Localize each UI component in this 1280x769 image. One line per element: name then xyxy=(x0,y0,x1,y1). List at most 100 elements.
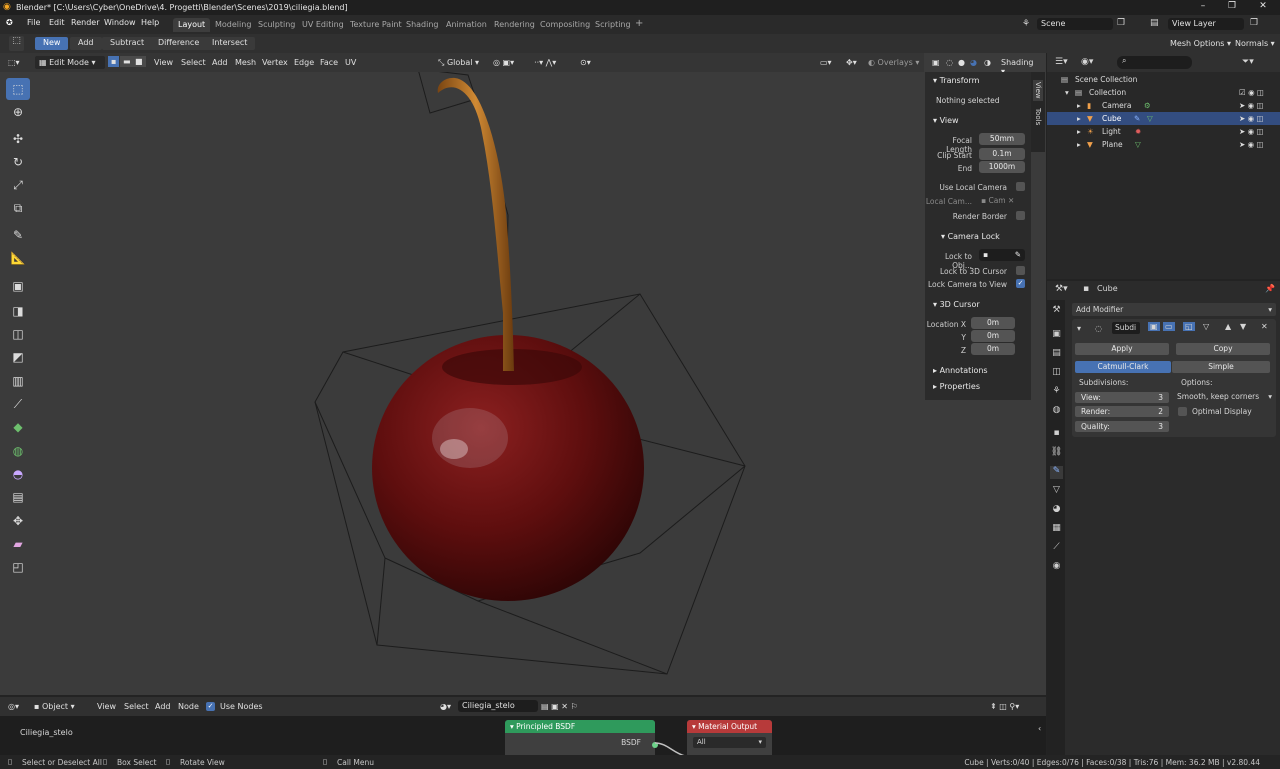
simple-button[interactable]: Simple xyxy=(1172,361,1270,373)
catmull-clark-button[interactable]: Catmull-Clark xyxy=(1075,361,1171,373)
loop-cut-tool-icon[interactable]: ▥ xyxy=(6,370,30,392)
plane-visibility-icons[interactable]: ➤ ◉ ◫ xyxy=(1239,140,1264,149)
gizmo-icon[interactable]: ✥▾ xyxy=(846,58,857,67)
output-target-dropdown[interactable]: All ▾ xyxy=(693,737,766,748)
view-levels-field[interactable]: View: 3 xyxy=(1075,392,1169,403)
outliner-search[interactable]: ⌕ xyxy=(1117,56,1192,69)
modifier-props-icon[interactable]: ✎ xyxy=(1050,466,1063,479)
new-scene-icon[interactable]: ❐ xyxy=(1117,18,1125,28)
add-mode-button[interactable]: Add xyxy=(70,37,102,50)
material-shading-icon[interactable]: ◕ xyxy=(970,58,977,67)
tab-uv-editing[interactable]: UV Editing xyxy=(297,18,349,32)
collection-row[interactable]: ▾ ▤ Collection ☑ ◉ ◫ xyxy=(1047,86,1280,99)
xray-icon[interactable]: ▣ xyxy=(932,58,940,67)
move-down-icon[interactable]: ▼ xyxy=(1240,322,1246,331)
tab-compositing[interactable]: Compositing xyxy=(535,18,595,32)
expand-icon[interactable]: ▸ xyxy=(1077,114,1081,123)
focal-length-field[interactable]: 50mm xyxy=(979,133,1025,145)
tab-view[interactable]: View xyxy=(1033,80,1043,101)
intersect-mode-button[interactable]: Intersect xyxy=(204,37,256,50)
tab-scripting[interactable]: Scripting xyxy=(590,18,636,32)
use-nodes-checkbox[interactable]: ✓ xyxy=(206,702,215,711)
difference-mode-button[interactable]: Difference xyxy=(150,37,208,50)
principled-bsdf-header[interactable]: ▾ Principled BSDF xyxy=(505,720,655,733)
menu-add[interactable]: Add xyxy=(212,58,228,67)
solid-shading-icon[interactable]: ● xyxy=(958,58,965,67)
transform-tool-icon[interactable]: ⧉ xyxy=(6,197,30,219)
local-camera-field[interactable]: ▪ Cam ✕ xyxy=(981,196,1014,205)
world-props-icon[interactable]: ◍ xyxy=(1050,405,1063,418)
menu-uv[interactable]: UV xyxy=(345,58,356,67)
add-workspace-button[interactable]: + xyxy=(630,16,648,30)
outliner-item-camera[interactable]: ▸ ▮ Camera ⚙ ➤ ◉ ◫ xyxy=(1047,99,1280,112)
location-z-field[interactable]: 0m xyxy=(971,343,1015,355)
menu-vertex[interactable]: Vertex xyxy=(262,58,288,67)
editor-type-icon[interactable]: ⬚▾ xyxy=(8,58,20,67)
apply-button[interactable]: Apply xyxy=(1075,343,1169,355)
clip-start-field[interactable]: 0.1m xyxy=(979,148,1025,160)
texture-props-icon[interactable]: ▦ xyxy=(1050,523,1063,536)
node-header-right-icons[interactable]: ⇞ ◫ ⚲▾ xyxy=(990,702,1019,711)
menu-help[interactable]: Help xyxy=(141,18,159,27)
menu-render[interactable]: Render xyxy=(71,18,99,27)
node-menu-add[interactable]: Add xyxy=(155,702,171,711)
rotate-tool-icon[interactable]: ↻ xyxy=(6,151,30,173)
extrude-tool-icon[interactable]: ◨ xyxy=(6,300,30,322)
node-menu-view[interactable]: View xyxy=(97,702,116,711)
node-menu-node[interactable]: Node xyxy=(178,702,199,711)
select-tool-icon[interactable]: ⬚ xyxy=(9,36,24,51)
properties-panel-header[interactable]: ▸ Properties xyxy=(933,382,980,391)
principled-bsdf-node[interactable]: ▾ Principled BSDF BSDF xyxy=(505,720,658,755)
shear-tool-icon[interactable]: ▰ xyxy=(6,533,30,555)
filter-icon[interactable]: ⏷▾ xyxy=(1242,57,1254,67)
annotate-tool-icon[interactable]: ✎ xyxy=(6,224,30,246)
tab-tools[interactable]: Tools xyxy=(1033,106,1043,127)
expand-icon[interactable]: ▸ xyxy=(1077,140,1081,149)
tab-shading[interactable]: Shading xyxy=(401,18,444,32)
menu-edge[interactable]: Edge xyxy=(294,58,314,67)
tab-modeling[interactable]: Modeling xyxy=(210,18,256,32)
node-editor-type-icon[interactable]: ◎▾ xyxy=(8,702,19,711)
location-x-field[interactable]: 0m xyxy=(971,317,1015,329)
new-mode-button[interactable]: New xyxy=(35,37,69,50)
subtract-mode-button[interactable]: Subtract xyxy=(102,37,153,50)
transform-panel-header[interactable]: ▾ Transform xyxy=(933,76,979,85)
modifier-collapse-icon[interactable]: ▾ xyxy=(1077,324,1081,333)
light-visibility-icons[interactable]: ➤ ◉ ◫ xyxy=(1239,127,1264,136)
rendered-shading-icon[interactable]: ◑ xyxy=(984,58,991,67)
scene-collection-row[interactable]: ▤ Scene Collection xyxy=(1047,73,1280,86)
expand-icon[interactable]: ▸ xyxy=(1077,127,1081,136)
shrink-fatten-tool-icon[interactable]: ✥ xyxy=(6,510,30,532)
location-y-field[interactable]: 0m xyxy=(971,330,1015,342)
tool-props-icon[interactable]: ⚒ xyxy=(1050,305,1063,318)
view-panel-header[interactable]: ▾ View xyxy=(933,116,959,125)
vertex-select-icon[interactable]: ▪ xyxy=(108,56,120,67)
spin-tool-icon[interactable]: ◍ xyxy=(6,440,30,462)
clip-end-field[interactable]: 1000m xyxy=(979,161,1025,173)
output-props-icon[interactable]: ▤ xyxy=(1050,348,1063,361)
material-output-node[interactable]: ▾ Material Output All ▾ xyxy=(687,720,772,755)
smooth-tool-icon[interactable]: ◓ xyxy=(6,463,30,485)
outliner-item-light[interactable]: ▸ ☀ Light ✹ ➤ ◉ ◫ xyxy=(1047,125,1280,138)
snap-icon[interactable]: ⋅⋅▾ ⋀▾ xyxy=(534,58,556,67)
show-viewport-icon[interactable]: ▭ xyxy=(1163,322,1175,331)
camera-visibility-icons[interactable]: ➤ ◉ ◫ xyxy=(1239,101,1264,110)
object-props-icon[interactable]: ▪ xyxy=(1050,428,1063,441)
tab-layout[interactable]: Layout xyxy=(173,18,211,32)
use-local-camera-checkbox[interactable] xyxy=(1016,182,1025,191)
3d-cursor-panel-header[interactable]: ▾ 3D Cursor xyxy=(933,300,980,309)
menu-view[interactable]: View xyxy=(154,58,173,67)
menu-select[interactable]: Select xyxy=(181,58,206,67)
cube-visibility-icons[interactable]: ➤ ◉ ◫ xyxy=(1239,114,1264,123)
material-browse-icon[interactable]: ◕▾ xyxy=(440,702,451,711)
overlays-toggle[interactable]: ◐ Overlays ▾ xyxy=(868,58,919,67)
uv-smooth-dropdown[interactable]: Smooth, keep corners ▾ xyxy=(1177,392,1272,403)
collection-visibility-icons[interactable]: ☑ ◉ ◫ xyxy=(1239,88,1264,97)
view-layer-field[interactable]: View Layer xyxy=(1168,18,1244,30)
menu-window[interactable]: Window xyxy=(104,18,136,27)
menu-file[interactable]: File xyxy=(27,18,40,27)
move-tool-icon[interactable]: ✣ xyxy=(6,128,30,150)
tab-sculpting[interactable]: Sculpting xyxy=(253,18,300,32)
show-in-editmode-icon[interactable]: ▣ xyxy=(1148,322,1160,331)
material-output-header[interactable]: ▾ Material Output xyxy=(687,720,772,733)
